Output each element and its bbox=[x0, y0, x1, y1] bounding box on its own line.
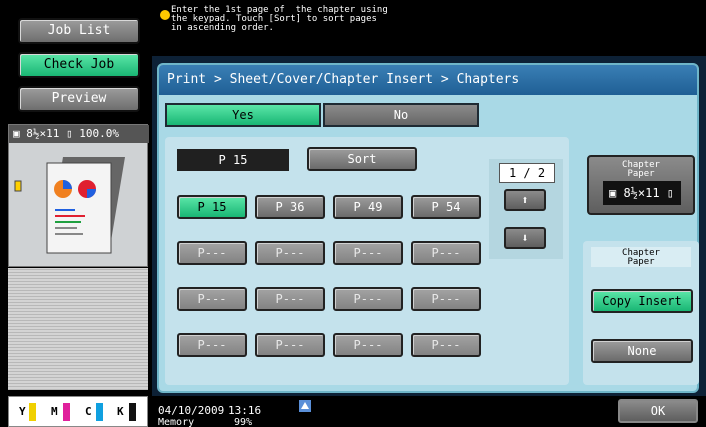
main-area: Print > Sheet/Cover/Chapter Insert > Cha… bbox=[152, 56, 706, 396]
status-date: 04/10/2009 bbox=[158, 404, 225, 417]
toner-y-bar bbox=[29, 403, 36, 421]
sort-button[interactable]: Sort bbox=[307, 147, 417, 171]
preview-info: ▣ 8½×11 ▯ 100.0% bbox=[9, 125, 149, 143]
chapters-panel: Print > Sheet/Cover/Chapter Insert > Cha… bbox=[157, 63, 699, 393]
arrow-down-icon: ⬇ bbox=[521, 231, 529, 245]
page-button[interactable]: P--- bbox=[411, 287, 481, 311]
preview-button[interactable]: Preview bbox=[18, 86, 140, 112]
check-job-button[interactable]: Check Job bbox=[18, 52, 140, 78]
pager: 1 / 2 ⬆ ⬇ bbox=[489, 159, 563, 259]
toner-c-bar bbox=[96, 403, 103, 421]
memory-label: Memory bbox=[158, 417, 195, 427]
chapter-paper-title: Chapter Paper bbox=[591, 247, 691, 267]
toner-k-bar bbox=[129, 403, 136, 421]
chapter-paper-value: ▣ 8½×11 ▯ bbox=[603, 181, 681, 205]
page-button[interactable]: P--- bbox=[411, 241, 481, 265]
page-button[interactable]: P--- bbox=[255, 287, 325, 311]
page-preview-image bbox=[14, 157, 125, 254]
toner-y-label: Y bbox=[19, 405, 26, 418]
breadcrumb: Print > Sheet/Cover/Chapter Insert > Cha… bbox=[159, 65, 697, 95]
page-button[interactable]: P--- bbox=[333, 287, 403, 311]
chapter-paper-button[interactable]: Chapter Paper ▣ 8½×11 ▯ bbox=[587, 155, 695, 215]
job-list-button[interactable]: Job List bbox=[18, 18, 140, 44]
page-button[interactable]: P--- bbox=[177, 287, 247, 311]
status-bar: 04/10/2009 13:16 Memory 99% OK bbox=[152, 396, 706, 427]
network-icon bbox=[299, 400, 311, 412]
page-input-display: P 15 bbox=[177, 149, 289, 171]
toner-c-label: C bbox=[85, 405, 92, 418]
info-icon bbox=[160, 10, 170, 20]
page-button[interactable]: P--- bbox=[333, 333, 403, 357]
message-area: Enter the 1st page of the chapter using … bbox=[152, 0, 706, 56]
page-button[interactable]: P 49 bbox=[333, 195, 403, 219]
page-count: 1 / 2 bbox=[499, 163, 555, 183]
toner-m-label: M bbox=[51, 405, 58, 418]
toner-m-bar bbox=[63, 403, 70, 421]
page-button[interactable]: P--- bbox=[177, 241, 247, 265]
page-button[interactable]: P--- bbox=[411, 333, 481, 357]
empty-area bbox=[8, 268, 148, 390]
no-button[interactable]: No bbox=[323, 103, 479, 127]
page-button[interactable]: P--- bbox=[255, 333, 325, 357]
page-button[interactable]: P 36 bbox=[255, 195, 325, 219]
ok-button[interactable]: OK bbox=[618, 399, 698, 423]
toner-k-label: K bbox=[117, 405, 124, 418]
page-button[interactable]: P 54 bbox=[411, 195, 481, 219]
preview-panel: ▣ 8½×11 ▯ 100.0% bbox=[8, 124, 149, 267]
none-button[interactable]: None bbox=[591, 339, 693, 363]
page-button[interactable]: P--- bbox=[255, 241, 325, 265]
copy-insert-button[interactable]: Copy Insert bbox=[591, 289, 693, 313]
status-time: 13:16 bbox=[228, 404, 262, 417]
page-button[interactable]: P--- bbox=[333, 241, 403, 265]
chapter-paper-label: Chapter Paper bbox=[622, 160, 660, 179]
page-down-button[interactable]: ⬇ bbox=[504, 227, 546, 249]
arrow-up-icon: ⬆ bbox=[521, 193, 529, 207]
chapter-paper-options: Chapter Paper Copy Insert None bbox=[583, 241, 699, 385]
toner-levels: Y M C K bbox=[8, 396, 148, 427]
page-up-button[interactable]: ⬆ bbox=[504, 189, 546, 211]
page-entry-panel: P 15 Sort P 15 P 36 P 49 P 54 P--- P--- P--- P-… bbox=[165, 137, 569, 385]
yes-button[interactable]: Yes bbox=[165, 103, 321, 127]
page-button[interactable]: P--- bbox=[177, 333, 247, 357]
left-sidebar: Job List Check Job Preview ▣ 8½×11 ▯ 100… bbox=[0, 0, 152, 427]
instruction-message: Enter the 1st page of the chapter using … bbox=[171, 5, 388, 33]
memory-percent: 99% bbox=[234, 417, 253, 427]
page-button[interactable]: P 15 bbox=[177, 195, 247, 219]
